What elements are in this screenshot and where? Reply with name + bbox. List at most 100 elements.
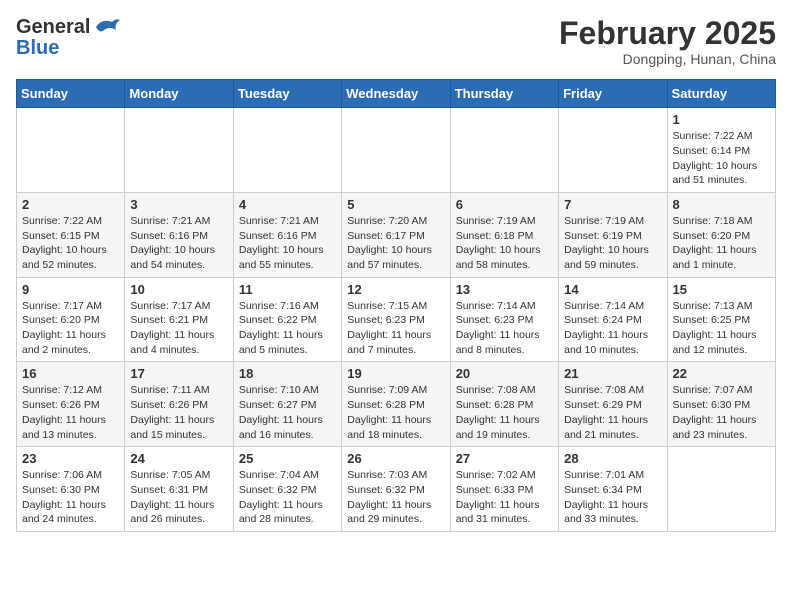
day-info: Sunrise: 7:17 AM Sunset: 6:20 PM Dayligh… (22, 299, 119, 358)
calendar-cell: 12 Sunrise: 7:15 AM Sunset: 6:23 PM Dayli… (342, 277, 450, 362)
location-subtitle: Dongping, Hunan, China (559, 51, 776, 67)
day-number: 17 (130, 366, 227, 381)
day-number: 18 (239, 366, 336, 381)
calendar-cell: 25Sunrise: 7:04 AM Sunset: 6:32 PM Dayli… (233, 447, 341, 532)
calendar-cell: 11 Sunrise: 7:16 AM Sunset: 6:22 PM Dayli… (233, 277, 341, 362)
calendar-cell: 14 Sunrise: 7:14 AM Sunset: 6:24 PM Dayli… (559, 277, 667, 362)
day-number: 22 (673, 366, 770, 381)
weekday-header-saturday: Saturday (667, 80, 775, 108)
day-info: Sunrise: 7:15 AM Sunset: 6:23 PM Dayligh… (347, 299, 444, 358)
day-number: 25 (239, 451, 336, 466)
day-info: Sunrise: 7:07 AM Sunset: 6:30 PM Dayligh… (673, 383, 770, 442)
day-info: Sunrise: 7:21 AM Sunset: 6:16 PM Dayligh… (130, 214, 227, 273)
logo-blue-text: Blue (16, 38, 59, 58)
calendar-cell: 3Sunrise: 7:21 AM Sunset: 6:16 PM Daylig… (125, 192, 233, 277)
logo-general-text: General (16, 17, 90, 37)
day-info: Sunrise: 7:08 AM Sunset: 6:28 PM Dayligh… (456, 383, 553, 442)
calendar-cell (125, 108, 233, 193)
day-number: 1 (673, 112, 770, 127)
day-info: Sunrise: 7:02 AM Sunset: 6:33 PM Dayligh… (456, 468, 553, 527)
day-info: Sunrise: 7:06 AM Sunset: 6:30 PM Dayligh… (22, 468, 119, 527)
calendar-cell: 5 Sunrise: 7:20 AM Sunset: 6:17 PM Daylig… (342, 192, 450, 277)
calendar-cell: 27Sunrise: 7:02 AM Sunset: 6:33 PM Dayli… (450, 447, 558, 532)
calendar-cell: 16Sunrise: 7:12 AM Sunset: 6:26 PM Dayli… (17, 362, 125, 447)
day-info: Sunrise: 7:08 AM Sunset: 6:29 PM Dayligh… (564, 383, 661, 442)
day-number: 16 (22, 366, 119, 381)
day-info: Sunrise: 7:09 AM Sunset: 6:28 PM Dayligh… (347, 383, 444, 442)
day-info: Sunrise: 7:19 AM Sunset: 6:18 PM Dayligh… (456, 214, 553, 273)
calendar-cell: 1 Sunrise: 7:22 AM Sunset: 6:14 PM Daylig… (667, 108, 775, 193)
calendar-week-4: 16Sunrise: 7:12 AM Sunset: 6:26 PM Dayli… (17, 362, 776, 447)
day-number: 8 (673, 197, 770, 212)
day-number: 7 (564, 197, 661, 212)
weekday-header-sunday: Sunday (17, 80, 125, 108)
day-info: Sunrise: 7:05 AM Sunset: 6:31 PM Dayligh… (130, 468, 227, 527)
calendar-cell: 2 Sunrise: 7:22 AM Sunset: 6:15 PM Daylig… (17, 192, 125, 277)
day-number: 14 (564, 282, 661, 297)
calendar-cell: 15 Sunrise: 7:13 AM Sunset: 6:25 PM Dayli… (667, 277, 775, 362)
calendar-cell (667, 447, 775, 532)
day-info: Sunrise: 7:21 AM Sunset: 6:16 PM Dayligh… (239, 214, 336, 273)
day-number: 6 (456, 197, 553, 212)
day-number: 11 (239, 282, 336, 297)
day-number: 9 (22, 282, 119, 297)
calendar-week-1: 1 Sunrise: 7:22 AM Sunset: 6:14 PM Daylig… (17, 108, 776, 193)
calendar-cell (233, 108, 341, 193)
calendar-cell: 21 Sunrise: 7:08 AM Sunset: 6:29 PM Dayli… (559, 362, 667, 447)
weekday-header-wednesday: Wednesday (342, 80, 450, 108)
calendar-cell: 8Sunrise: 7:18 AM Sunset: 6:20 PM Daylig… (667, 192, 775, 277)
title-block: February 2025 Dongping, Hunan, China (559, 16, 776, 67)
calendar-cell: 24 Sunrise: 7:05 AM Sunset: 6:31 PM Dayli… (125, 447, 233, 532)
calendar-cell: 19 Sunrise: 7:09 AM Sunset: 6:28 PM Dayli… (342, 362, 450, 447)
calendar-cell: 7 Sunrise: 7:19 AM Sunset: 6:19 PM Daylig… (559, 192, 667, 277)
day-info: Sunrise: 7:22 AM Sunset: 6:15 PM Dayligh… (22, 214, 119, 273)
day-info: Sunrise: 7:22 AM Sunset: 6:14 PM Dayligh… (673, 129, 770, 188)
calendar-cell: 4 Sunrise: 7:21 AM Sunset: 6:16 PM Daylig… (233, 192, 341, 277)
logo: General Blue (16, 16, 122, 58)
day-number: 12 (347, 282, 444, 297)
page-header: General Blue February 2025 Dongping, Hun… (16, 16, 776, 67)
day-number: 4 (239, 197, 336, 212)
weekday-header-tuesday: Tuesday (233, 80, 341, 108)
day-info: Sunrise: 7:10 AM Sunset: 6:27 PM Dayligh… (239, 383, 336, 442)
calendar-week-5: 23Sunrise: 7:06 AM Sunset: 6:30 PM Dayli… (17, 447, 776, 532)
calendar-cell: 17 Sunrise: 7:11 AM Sunset: 6:26 PM Dayli… (125, 362, 233, 447)
calendar-table: SundayMondayTuesdayWednesdayThursdayFrid… (16, 79, 776, 532)
calendar-cell: 23Sunrise: 7:06 AM Sunset: 6:30 PM Dayli… (17, 447, 125, 532)
day-info: Sunrise: 7:13 AM Sunset: 6:25 PM Dayligh… (673, 299, 770, 358)
day-number: 26 (347, 451, 444, 466)
day-info: Sunrise: 7:16 AM Sunset: 6:22 PM Dayligh… (239, 299, 336, 358)
day-number: 19 (347, 366, 444, 381)
day-number: 10 (130, 282, 227, 297)
calendar-cell: 13 Sunrise: 7:14 AM Sunset: 6:23 PM Dayli… (450, 277, 558, 362)
calendar-cell: 18 Sunrise: 7:10 AM Sunset: 6:27 PM Dayli… (233, 362, 341, 447)
day-number: 2 (22, 197, 119, 212)
day-info: Sunrise: 7:19 AM Sunset: 6:19 PM Dayligh… (564, 214, 661, 273)
day-info: Sunrise: 7:14 AM Sunset: 6:23 PM Dayligh… (456, 299, 553, 358)
calendar-cell: 26 Sunrise: 7:03 AM Sunset: 6:32 PM Dayli… (342, 447, 450, 532)
day-number: 20 (456, 366, 553, 381)
calendar-cell: 22 Sunrise: 7:07 AM Sunset: 6:30 PM Dayli… (667, 362, 775, 447)
calendar-cell (559, 108, 667, 193)
day-info: Sunrise: 7:11 AM Sunset: 6:26 PM Dayligh… (130, 383, 227, 442)
day-number: 15 (673, 282, 770, 297)
day-info: Sunrise: 7:20 AM Sunset: 6:17 PM Dayligh… (347, 214, 444, 273)
logo-bird-icon (94, 16, 122, 38)
calendar-cell (342, 108, 450, 193)
month-title: February 2025 (559, 16, 776, 51)
day-info: Sunrise: 7:17 AM Sunset: 6:21 PM Dayligh… (130, 299, 227, 358)
weekday-header-friday: Friday (559, 80, 667, 108)
day-number: 5 (347, 197, 444, 212)
calendar-cell: 28Sunrise: 7:01 AM Sunset: 6:34 PM Dayli… (559, 447, 667, 532)
weekday-header-monday: Monday (125, 80, 233, 108)
day-info: Sunrise: 7:01 AM Sunset: 6:34 PM Dayligh… (564, 468, 661, 527)
calendar-header-row: SundayMondayTuesdayWednesdayThursdayFrid… (17, 80, 776, 108)
day-number: 21 (564, 366, 661, 381)
day-info: Sunrise: 7:14 AM Sunset: 6:24 PM Dayligh… (564, 299, 661, 358)
day-number: 24 (130, 451, 227, 466)
weekday-header-thursday: Thursday (450, 80, 558, 108)
calendar-cell (17, 108, 125, 193)
day-number: 13 (456, 282, 553, 297)
day-info: Sunrise: 7:03 AM Sunset: 6:32 PM Dayligh… (347, 468, 444, 527)
calendar-cell: 20 Sunrise: 7:08 AM Sunset: 6:28 PM Dayli… (450, 362, 558, 447)
